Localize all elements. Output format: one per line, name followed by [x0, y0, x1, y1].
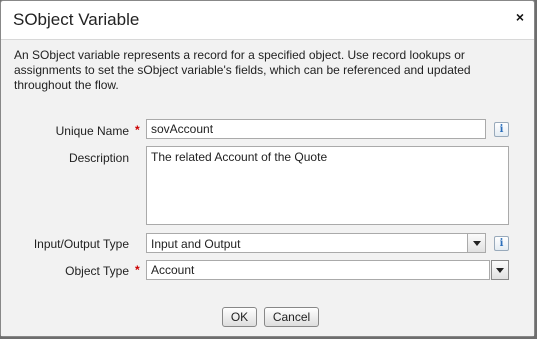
- sobject-variable-dialog: SObject Variable × An SObject variable r…: [0, 0, 535, 337]
- io-type-selected-value: Input and Output: [151, 237, 241, 251]
- object-type-label: Object Type: [65, 264, 129, 278]
- io-type-select[interactable]: Input and Output: [146, 233, 486, 253]
- dialog-description: An SObject variable represents a record …: [14, 48, 471, 92]
- object-type-required-marker: *: [135, 263, 140, 277]
- cancel-button[interactable]: Cancel: [264, 307, 319, 327]
- unique-name-required-marker: *: [135, 123, 140, 137]
- chevron-down-icon[interactable]: [467, 234, 485, 252]
- close-icon[interactable]: ×: [516, 9, 524, 25]
- chevron-down-icon[interactable]: [491, 260, 509, 280]
- dialog-body: An SObject variable represents a record …: [1, 40, 534, 336]
- description-textarea[interactable]: The related Account of the Quote: [146, 146, 509, 225]
- io-type-info-icon[interactable]: i: [494, 236, 509, 251]
- unique-name-input[interactable]: sovAccount: [146, 119, 486, 139]
- unique-name-label: Unique Name: [55, 124, 129, 138]
- ok-button[interactable]: OK: [222, 307, 257, 327]
- io-type-label: Input/Output Type: [33, 237, 129, 251]
- object-type-combobox-input[interactable]: Account: [146, 260, 490, 280]
- dialog-title-bar: SObject Variable ×: [1, 1, 534, 40]
- description-label: Description: [68, 151, 129, 165]
- unique-name-info-icon[interactable]: i: [494, 122, 509, 137]
- dialog-title: SObject Variable: [13, 10, 140, 29]
